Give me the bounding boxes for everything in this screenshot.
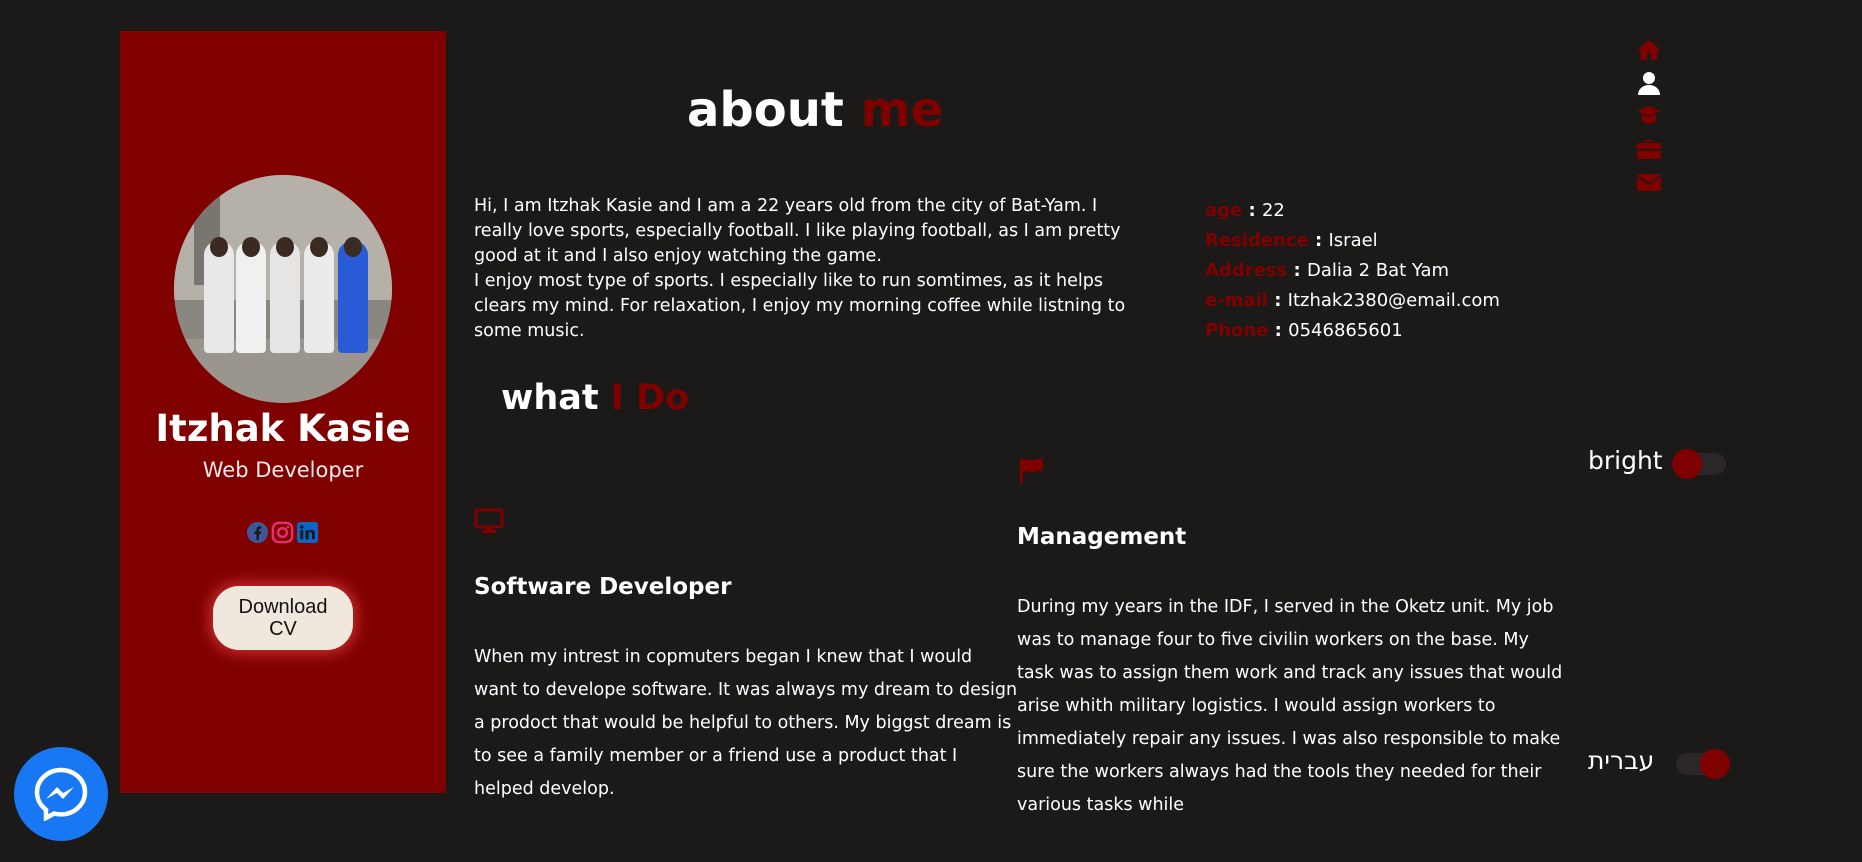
what-i-do-heading: what I Do <box>501 378 689 418</box>
messenger-chat-button[interactable] <box>14 747 108 841</box>
info-value: Itzhak2380@email.com <box>1287 290 1500 311</box>
info-label: age <box>1205 200 1243 221</box>
language-toggle[interactable] <box>1676 749 1730 779</box>
what-heading-white: what <box>501 378 599 418</box>
service-text: When my intrest in copmuters began I kne… <box>474 647 1018 799</box>
about-heading: about me <box>687 82 943 138</box>
personal-info: age : 22 Residence : Israel Address : Da… <box>1205 196 1500 346</box>
about-heading-white: about <box>687 82 844 138</box>
service-title: Management <box>1017 524 1187 550</box>
info-label: Residence <box>1205 230 1309 251</box>
toggle-knob <box>1700 749 1730 779</box>
graduation-cap-icon[interactable] <box>1636 102 1662 130</box>
info-row-address: Address : Dalia 2 Bat Yam <box>1205 260 1450 281</box>
briefcase-icon[interactable] <box>1636 135 1662 163</box>
about-heading-red: me <box>860 82 944 138</box>
info-value: 0546865601 <box>1288 320 1403 341</box>
info-value: Dalia 2 Bat Yam <box>1306 260 1450 281</box>
profile-name: Itzhak Kasie <box>155 407 411 450</box>
info-label: e-mail <box>1205 290 1268 311</box>
info-value: 22 <box>1261 200 1285 221</box>
about-text: Hi, I am Itzhak Kasie and I am a 22 year… <box>474 194 1134 344</box>
profile-sidebar: Itzhak Kasie Web Developer Download CV <box>120 31 446 793</box>
theme-toggle[interactable] <box>1672 449 1726 479</box>
info-row-email: e-mail : Itzhak2380@email.com <box>1205 290 1500 311</box>
info-row-phone: Phone : 0546865601 <box>1205 320 1403 341</box>
profile-photo <box>174 175 392 403</box>
info-value: Israel <box>1328 230 1378 251</box>
service-title: Software Developer <box>474 574 732 600</box>
about-paragraph-2: I enjoy most type of sports. I especiall… <box>474 271 1126 341</box>
instagram-icon[interactable] <box>271 521 294 544</box>
service-text: During my years in the IDF, I served in … <box>1017 597 1563 815</box>
info-label: Address <box>1205 260 1288 281</box>
info-row-age: age : 22 <box>1205 200 1285 221</box>
linkedin-icon[interactable] <box>296 521 319 544</box>
flag-icon <box>1020 458 1043 483</box>
home-icon[interactable] <box>1636 36 1662 64</box>
info-label: Phone <box>1205 320 1269 341</box>
profile-role: Web Developer <box>202 458 364 482</box>
facebook-icon[interactable] <box>246 521 269 544</box>
theme-toggle-label: bright <box>1588 446 1663 475</box>
download-cv-button[interactable]: Download CV <box>213 586 353 650</box>
monitor-icon <box>474 508 504 533</box>
about-paragraph-1: Hi, I am Itzhak Kasie and I am a 22 year… <box>474 196 1121 266</box>
toggle-knob <box>1672 449 1702 479</box>
user-icon[interactable] <box>1636 69 1662 97</box>
language-toggle-label: עברית <box>1588 746 1655 775</box>
messenger-icon <box>34 767 88 821</box>
envelope-icon[interactable] <box>1636 168 1662 196</box>
what-heading-red: I Do <box>610 378 690 418</box>
social-links <box>246 521 319 544</box>
info-row-residence: Residence : Israel <box>1205 230 1378 251</box>
section-nav <box>1636 36 1662 196</box>
